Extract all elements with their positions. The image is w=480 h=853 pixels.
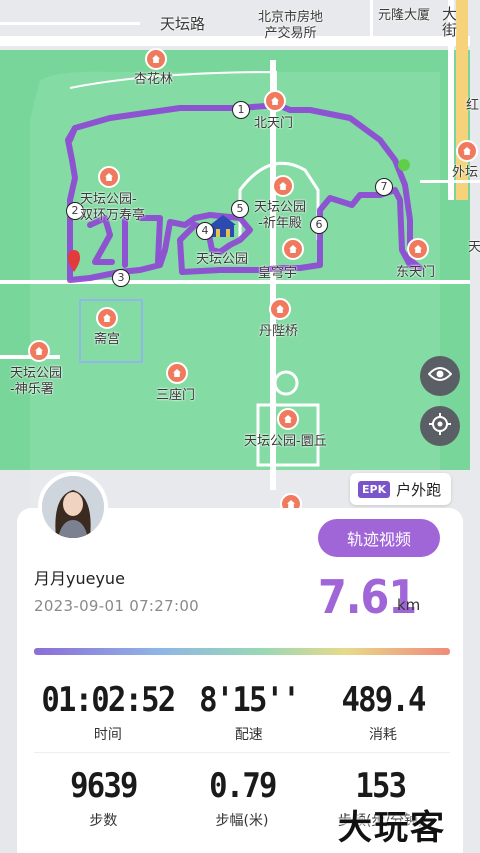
stat-label: 步数: [89, 813, 118, 829]
epk-badge: EPK: [358, 480, 391, 498]
label-dajie: 大 街: [442, 5, 458, 39]
avatar[interactable]: [38, 472, 108, 542]
waypoint-4: 4: [196, 222, 214, 240]
eye-icon: [427, 366, 453, 386]
activity-datetime: 2023-09-01 07:27:00: [34, 597, 200, 615]
label-zhaigong: 斋宫: [94, 332, 121, 347]
locate-icon: [428, 412, 452, 440]
label-danbiqiao: 丹陛桥: [259, 324, 299, 339]
stat-value: 01:02:52: [41, 680, 176, 720]
waypoint-3: 3: [112, 269, 130, 287]
label-tiantan-road: 天坛路: [160, 15, 206, 33]
locate-button[interactable]: [420, 406, 460, 446]
waypoint-6: 6: [310, 216, 328, 234]
label-tian: 天: [468, 240, 480, 255]
label-real-estate: 北京市房地 产交易所: [258, 10, 324, 41]
stat-value: 489.4: [341, 680, 426, 720]
divider: [34, 752, 450, 753]
stat-value: 8'15'': [198, 680, 301, 720]
poi-icon[interactable]: [96, 307, 118, 329]
distance-unit: km: [397, 596, 421, 614]
label-north-gate: 北天门: [254, 116, 294, 131]
poi-icon[interactable]: [166, 362, 188, 384]
stat-label: 步幅(米): [215, 813, 269, 829]
label-shuanghuan: 天坛公园- 双环万寿亭: [80, 192, 146, 223]
pace-gradient-bar: [34, 648, 450, 655]
label-qiniandian: 天坛公园 -祈年殿: [254, 200, 307, 231]
label-hong: 红: [466, 98, 480, 113]
sport-type-tag: EPK 户外跑: [350, 473, 452, 505]
eye-button[interactable]: [420, 356, 460, 396]
user-name: 月月yueyue: [34, 569, 125, 588]
poi-icon[interactable]: [456, 140, 478, 162]
sport-type-label: 户外跑: [396, 480, 442, 499]
waypoint-7: 7: [375, 178, 393, 196]
poi-icon[interactable]: [282, 238, 304, 260]
stat-value: 9639: [70, 766, 138, 806]
poi-icon[interactable]: [28, 340, 50, 362]
waypoint-5: 5: [231, 200, 249, 218]
label-yuanqiu: 天坛公园-圜丘: [244, 434, 327, 449]
label-waitan: 外坛: [452, 165, 479, 180]
watermark: 大玩客: [338, 808, 446, 848]
label-shenyueshu: 天坛公园 -神乐署: [10, 366, 63, 397]
label-xinghualin: 杏花林: [134, 72, 174, 87]
poi-icon[interactable]: [98, 166, 120, 188]
poi-icon[interactable]: [407, 238, 429, 260]
label-sanzuomen: 三座门: [156, 388, 196, 403]
poi-icon[interactable]: [277, 408, 299, 430]
label-huangqiongyu: 皇穹宇: [258, 266, 298, 281]
stat-value: 0.79: [208, 766, 277, 806]
poi-icon[interactable]: [272, 175, 294, 197]
label-tiantan-park: 天坛公园: [196, 252, 249, 267]
stat-calories: 489.4 消耗: [316, 680, 450, 744]
stat-label: 配速: [234, 727, 263, 743]
waypoint-1: 1: [232, 101, 250, 119]
poi-icon[interactable]: [264, 90, 286, 112]
stats-row-1: 01:02:52 时间 8'15'' 配速 489.4 消耗: [34, 680, 450, 744]
stat-steps: 9639 步数: [34, 766, 173, 830]
track-video-button[interactable]: 轨迹视频: [318, 519, 440, 557]
stat-stride: 0.79 步幅(米): [173, 766, 312, 830]
stat-label: 时间: [93, 727, 122, 743]
label-yuanlong: 元隆大厦: [378, 8, 431, 23]
label-east-gate: 东天门: [396, 265, 436, 280]
stat-label: 消耗: [368, 727, 397, 743]
poi-icon[interactable]: [269, 298, 291, 320]
stat-time: 01:02:52 时间: [34, 680, 182, 744]
stat-pace: 8'15'' 配速: [182, 680, 316, 744]
poi-icon[interactable]: [145, 48, 167, 70]
